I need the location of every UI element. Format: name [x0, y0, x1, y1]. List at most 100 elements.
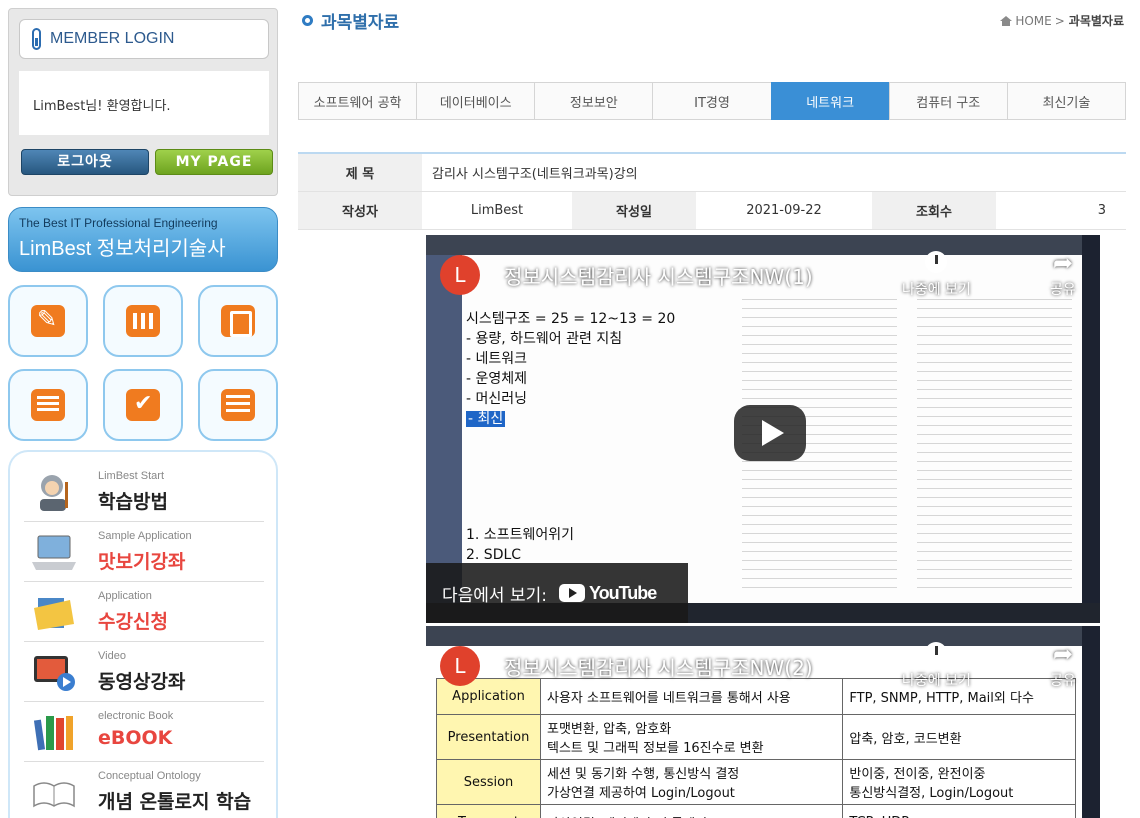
login-title: MEMBER LOGIN	[50, 30, 175, 47]
slide-line: 시스템구조 = 25 = 12~13 = 20	[466, 311, 676, 327]
table-row: Presentation 포맷변환, 압축, 암호화 텍스트 및 그래픽 정보를…	[436, 714, 1076, 760]
student-icon	[40, 475, 68, 511]
post-subject: 감리사 시스템구조(네트워크과목)강의	[432, 167, 638, 182]
share-button[interactable]: ➦ 공유	[1050, 642, 1076, 690]
author-label: 작성자	[298, 192, 422, 229]
watch-later-label: 나중에 보기	[902, 282, 971, 298]
menu-item-ontology[interactable]: Conceptual Ontology 개념 온톨로지 학습	[24, 762, 264, 818]
menu-sub-label: Conceptual Ontology	[98, 770, 201, 782]
breadcrumb: HOME > 과목별자료	[1000, 12, 1124, 29]
watch-later-button[interactable]: 나중에 보기	[902, 642, 971, 690]
channel-avatar[interactable]: L	[440, 646, 480, 686]
tab-it-management[interactable]: IT경영	[652, 82, 771, 120]
quick-check-button[interactable]	[103, 369, 183, 441]
quick-board-button[interactable]	[8, 369, 88, 441]
quick-list-button[interactable]	[198, 369, 278, 441]
share-icon: ➦	[1052, 640, 1073, 668]
watch-on-youtube-bar[interactable]: 다음에서 보기: YouTube	[426, 563, 688, 623]
subject-label: 제 목	[298, 154, 422, 191]
book-icon	[221, 305, 255, 337]
menu-item-study-method[interactable]: LimBest Start 학습방법	[24, 462, 264, 522]
layer-name: Presentation	[436, 714, 541, 760]
menu-item-ebook[interactable]: electronic Book eBOOK	[24, 702, 264, 762]
osi-layer-table: Application 사용자 소프트웨어를 네트워크를 통해서 사용 FTP,…	[436, 678, 1076, 818]
slide-line: - 네트워크	[466, 351, 528, 367]
video-header: L 정보시스템감리사 시스템구조NW(1)	[440, 255, 813, 295]
slide-line: - 머신러닝	[466, 391, 528, 407]
folder-icon	[34, 598, 74, 630]
layer-protocols: TCP, UDP	[842, 804, 1076, 818]
books-icon	[33, 716, 73, 751]
youtube-play-icon	[558, 584, 585, 602]
tab-software-engineering[interactable]: 소프트웨어 공학	[298, 82, 417, 120]
menu-item-sample-lecture[interactable]: Sample Application 맛보기강좌	[24, 522, 264, 582]
tab-network[interactable]: 네트워크	[770, 82, 889, 120]
quick-write-button[interactable]	[8, 285, 88, 357]
watch-later-button[interactable]: 나중에 보기	[902, 251, 971, 299]
menu-item-video-lecture[interactable]: Video 동영상강좌	[24, 642, 264, 702]
menu-main-label: 학습방법	[98, 491, 168, 513]
watch-later-label: 나중에 보기	[902, 673, 971, 689]
date-label: 작성일	[572, 192, 696, 229]
video-player-1[interactable]: 시스템구조 = 25 = 12~13 = 20 - 용량, 하드웨어 관련 지침…	[426, 235, 1100, 623]
home-icon[interactable]	[1000, 15, 1013, 26]
subject-row: 제 목 감리사 시스템구조(네트워크과목)강의	[298, 154, 1126, 192]
video-player-2[interactable]: Application 사용자 소프트웨어를 네트워크를 통해서 사용 FTP,…	[426, 626, 1100, 818]
menu-item-enroll[interactable]: Application 수강신청	[24, 582, 264, 642]
tab-latest-tech[interactable]: 최신기술	[1006, 82, 1126, 120]
board-list-icon	[31, 389, 65, 421]
views-label: 조회수	[872, 192, 996, 229]
video-title[interactable]: 정보시스템감리사 시스템구조NW(2)	[504, 652, 813, 681]
pencil-icon	[31, 305, 65, 337]
youtube-logo: YouTube	[558, 583, 657, 604]
post-author: LimBest	[470, 203, 524, 218]
layer-description: 포맷변환, 압축, 암호화 텍스트 및 그래픽 정보를 16진수로 변환	[539, 714, 844, 760]
layer-protocols: 반이중, 전이중, 완전이중 통신방식결정, Login/Logout	[842, 759, 1076, 805]
tab-database[interactable]: 데이터베이스	[416, 82, 535, 120]
welcome-message: LimBest님! 환영합니다.	[19, 71, 269, 135]
logout-button[interactable]: 로그아웃	[21, 149, 149, 175]
breadcrumb-current: 과목별자료	[1068, 14, 1124, 28]
side-menu: LimBest Start 학습방법 Sample Application 맛보…	[8, 450, 278, 818]
menu-sub-label: electronic Book	[98, 710, 174, 722]
menu-sub-label: Sample Application	[98, 530, 192, 542]
page-title-wrap: 과목별자료	[302, 8, 399, 33]
menu-main-label: 수강신청	[98, 611, 168, 633]
layer-description: 세션 및 동기화 수행, 통신방식 결정 가상연결 제공하여 Login/Log…	[539, 759, 844, 805]
slide-text: 시스템구조 = 25 = 12~13 = 20 - 용량, 하드웨어 관련 지침…	[466, 309, 675, 429]
slide-line: 1. 소프트웨어위기	[466, 527, 574, 543]
table-row: Session 세션 및 동기화 수행, 통신방식 결정 가상연결 제공하여 L…	[436, 759, 1076, 805]
mypage-button[interactable]: MY PAGE	[155, 149, 273, 175]
post-info-table: 제 목 감리사 시스템구조(네트워크과목)강의 작성자 LimBest 작성일 …	[298, 152, 1126, 230]
video-taskbar	[426, 626, 1100, 646]
menu-main-label: eBOOK	[98, 727, 173, 749]
brand-banner[interactable]: The Best IT Professional Engineering Lim…	[8, 207, 278, 272]
menu-main-label: 맛보기강좌	[98, 551, 186, 573]
brand-subtitle: The Best IT Professional Engineering	[19, 216, 218, 230]
quick-stats-button[interactable]	[103, 285, 183, 357]
breadcrumb-separator: >	[1054, 13, 1065, 28]
share-icon: ➦	[1052, 249, 1073, 277]
checkbox-icon	[126, 389, 160, 421]
slide-line: 2. SDLC	[466, 547, 522, 563]
menu-main-label: 동영상강좌	[98, 671, 186, 693]
tab-security[interactable]: 정보보안	[534, 82, 653, 120]
tab-computer-architecture[interactable]: 컴퓨터 구조	[888, 82, 1007, 120]
video-title[interactable]: 정보시스템감리사 시스템구조NW(1)	[504, 261, 813, 290]
breadcrumb-home[interactable]: HOME	[1015, 14, 1051, 28]
play-button[interactable]	[734, 405, 806, 461]
share-label: 공유	[1050, 673, 1076, 689]
post-views: 3	[1097, 203, 1106, 218]
video-tool-bar	[1082, 626, 1100, 818]
clock-icon	[925, 642, 948, 664]
menu-sub-label: Application	[98, 590, 152, 602]
quick-book-button[interactable]	[198, 285, 278, 357]
channel-avatar[interactable]: L	[440, 255, 480, 295]
login-box: MEMBER LOGIN LimBest님! 환영합니다. 로그아웃 MY PA…	[8, 8, 278, 196]
bar-chart-icon	[126, 305, 160, 337]
share-button[interactable]: ➦ 공유	[1050, 251, 1076, 299]
share-label: 공유	[1050, 282, 1076, 298]
clock-icon	[925, 251, 948, 273]
slide-list: 1. 소프트웨어위기 2. SDLC	[466, 525, 574, 565]
watch-on-label: 다음에서 보기:	[442, 585, 547, 606]
